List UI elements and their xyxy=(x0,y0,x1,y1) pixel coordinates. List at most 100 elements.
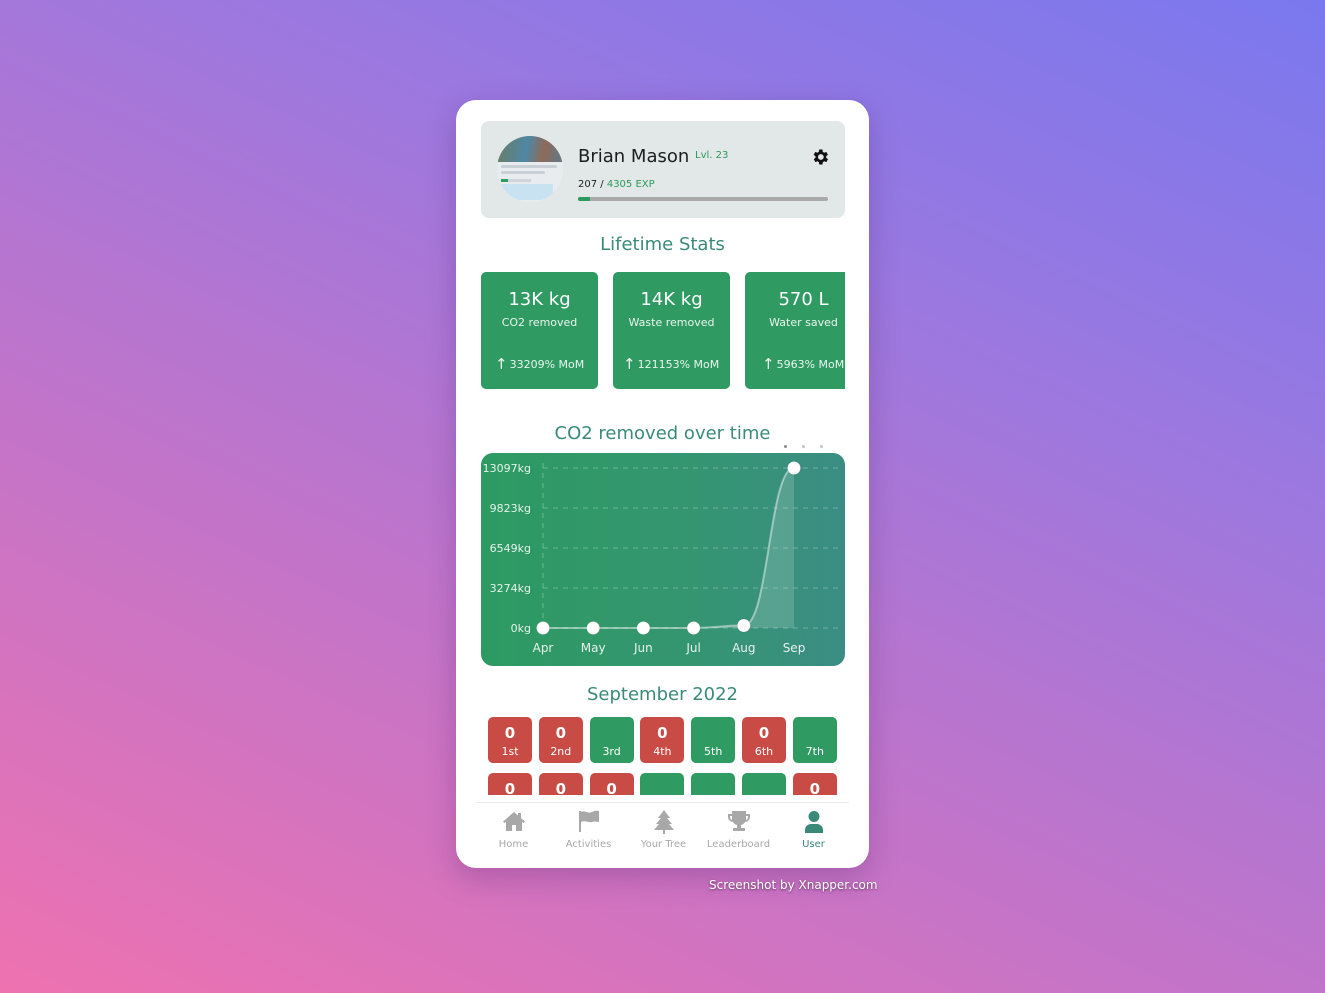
trophy-icon xyxy=(728,811,750,831)
carousel-dot[interactable] xyxy=(820,445,823,448)
tab-home[interactable]: Home xyxy=(476,803,551,868)
day-count: 0 xyxy=(809,780,821,795)
carousel-dots xyxy=(784,433,838,452)
stat-change-value: 5963% MoM xyxy=(776,358,845,371)
calendar-day[interactable]: 0 1st xyxy=(488,717,532,763)
day-count: 0 xyxy=(555,724,567,742)
flag-icon xyxy=(579,810,599,832)
calendar-day[interactable]: 0 6th xyxy=(742,717,786,763)
stat-change: ↑ 5963% MoM xyxy=(762,355,844,373)
stat-value: 570 L xyxy=(778,289,829,310)
x-tick-label: Jun xyxy=(633,641,653,655)
co2-chart-svg: 13097kg 9823kg 6549kg 3274kg 0kgApr May Jun Jul… xyxy=(483,461,843,655)
y-tick-label: 13097kg xyxy=(483,462,531,475)
carousel-dot[interactable] xyxy=(802,445,805,448)
stat-card-co2[interactable]: 13K kg CO2 removed ↑ 33209% MoM xyxy=(481,272,598,389)
x-tick-label: Apr xyxy=(533,641,554,655)
day-count: 0 xyxy=(555,780,567,795)
tab-label: Home xyxy=(498,839,529,850)
arrow-up-icon: ↑ xyxy=(762,355,775,373)
exp-current: 207 / xyxy=(578,179,604,190)
user-name: Brian Mason xyxy=(578,146,690,167)
y-tick-label: 9823kg xyxy=(490,502,531,515)
calendar-day[interactable]: 0 2nd xyxy=(538,717,583,763)
y-tick-label: 3274kg xyxy=(490,582,531,595)
calendar-grid: 01st02nd3rd04th5th06th7th08th09th010th11… xyxy=(488,717,840,795)
day-label: 7th xyxy=(805,745,824,758)
tab-activities[interactable]: Activities xyxy=(551,803,626,868)
calendar-day[interactable]: 7th xyxy=(792,717,837,763)
tab-your-tree[interactable]: Your Tree xyxy=(626,803,701,868)
day-label: 5th xyxy=(704,745,723,758)
tab-label: Activities xyxy=(565,839,612,850)
stat-value: 14K kg xyxy=(640,289,703,310)
day-count: 0 xyxy=(606,780,617,795)
data-point xyxy=(736,618,751,633)
tab-label: Leaderboard xyxy=(706,839,771,850)
stat-label: Waste removed xyxy=(628,316,715,329)
calendar-day[interactable]: 014th xyxy=(792,773,837,795)
arrow-up-icon: ↑ xyxy=(495,355,508,373)
calendar-day[interactable]: 3rd xyxy=(589,717,634,763)
exp-progress-fill xyxy=(578,197,590,201)
calendar-title: September 2022 xyxy=(586,684,739,705)
stat-label: Water saved xyxy=(769,316,838,329)
carousel-dot[interactable] xyxy=(784,445,787,448)
calendar-day[interactable]: 12th xyxy=(691,773,736,795)
profile-card: Brian Mason Lvl. 23 207 / 4305 EXP xyxy=(481,121,845,218)
y-tick-label: 6549kg xyxy=(490,542,531,555)
data-point xyxy=(536,621,550,635)
day-label: 3rd xyxy=(602,745,621,758)
day-label: 6th xyxy=(754,745,774,758)
stat-change: ↑ 121153% MoM xyxy=(623,355,719,373)
home-icon xyxy=(503,812,525,831)
lifetime-stats-title: Lifetime Stats xyxy=(600,234,725,255)
day-count: 0 xyxy=(657,724,668,742)
stat-value: 13K kg xyxy=(508,289,571,310)
data-point xyxy=(636,621,651,635)
x-tick-label: Jul xyxy=(685,641,700,655)
stats-carousel[interactable]: 13K kg CO2 removed ↑ 33209% MoM 14K kg Wa… xyxy=(481,272,845,390)
exp-text: 207 / 4305 EXP xyxy=(578,179,655,190)
tab-leaderboard[interactable]: Leaderboard xyxy=(701,803,776,868)
stat-change: ↑ 33209% MoM xyxy=(495,355,584,373)
stat-label: CO2 removed xyxy=(501,316,578,329)
calendar-day[interactable]: 08th xyxy=(488,773,532,795)
avatar[interactable] xyxy=(497,136,563,202)
data-point xyxy=(586,621,601,635)
day-label: 2nd xyxy=(550,745,572,758)
tree-icon xyxy=(654,810,674,834)
day-count: 0 xyxy=(504,724,516,742)
y-tick-label: 0kg xyxy=(511,622,531,635)
day-label: 1st xyxy=(501,745,519,758)
stat-change-value: 121153% MoM xyxy=(637,358,720,371)
gear-icon[interactable] xyxy=(810,147,830,167)
data-point xyxy=(686,621,701,635)
exp-progress-bar xyxy=(578,197,828,201)
co2-chart: 13097kg 9823kg 6549kg 3274kg 0kg Apr May Jun Jul… xyxy=(481,453,845,666)
calendar-day[interactable]: 0 4th xyxy=(640,717,685,763)
data-point xyxy=(787,461,801,475)
day-count: 0 xyxy=(758,724,770,742)
x-tick-label: May xyxy=(581,641,606,655)
bottom-tab-bar: Home Activities Your Tree Leaderboard Us… xyxy=(476,802,849,868)
stat-card-waste[interactable]: 14K kg Waste removed ↑ 121153% MoM xyxy=(613,272,730,389)
calendar-day[interactable]: 5th xyxy=(691,717,736,763)
day-count: 0 xyxy=(504,780,516,795)
user-icon xyxy=(805,811,823,833)
tab-user[interactable]: User xyxy=(776,803,851,868)
calendar-day[interactable]: 13th xyxy=(742,773,786,795)
calendar-day[interactable]: 11th xyxy=(640,773,685,795)
arrow-up-icon: ↑ xyxy=(623,355,636,373)
tab-label: Your Tree xyxy=(640,839,687,850)
tab-label: User xyxy=(802,839,825,850)
day-label: 4th xyxy=(653,745,672,758)
exp-total: 4305 EXP xyxy=(606,179,655,190)
calendar-day[interactable]: 010th xyxy=(589,773,634,795)
user-level: Lvl. 23 xyxy=(695,150,729,161)
app-window: Brian Mason Lvl. 23 207 / 4305 EXP Lifet… xyxy=(456,100,869,868)
calendar-day[interactable]: 09th xyxy=(538,773,583,795)
x-tick-label: Aug xyxy=(732,641,755,655)
stat-change-value: 33209% MoM xyxy=(509,358,585,371)
stat-card-water[interactable]: 570 L Water saved ↑ 5963% MoM xyxy=(745,272,845,389)
